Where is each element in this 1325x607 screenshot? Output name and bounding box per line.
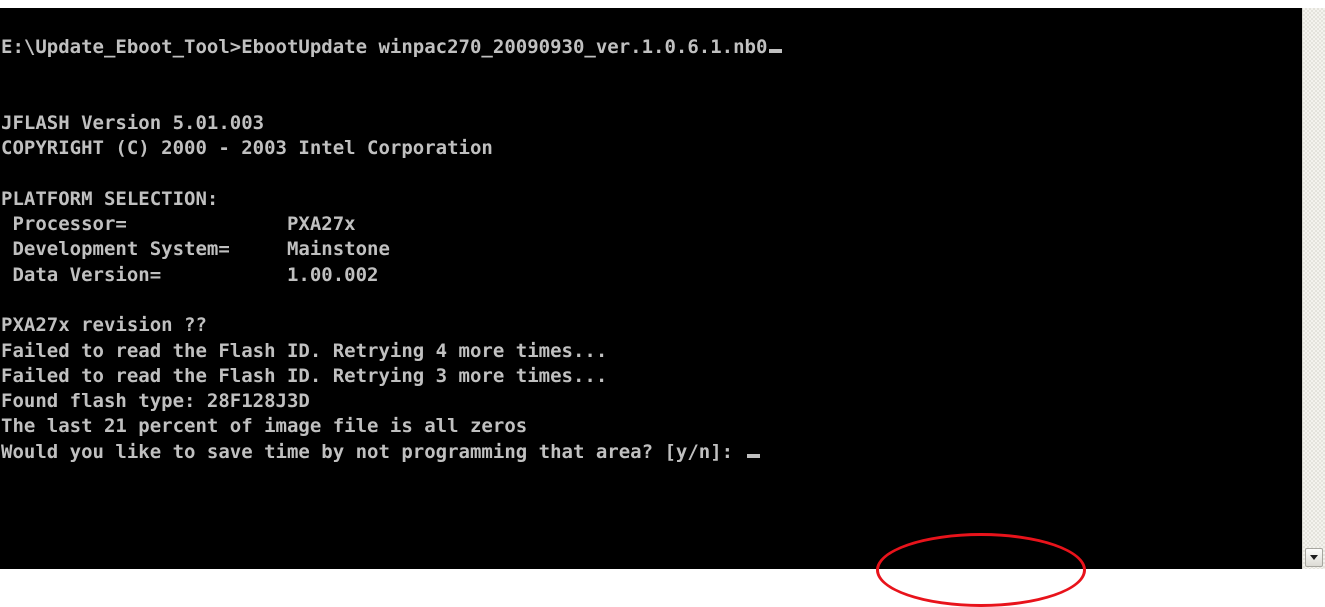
console-line-zeros-notice: The last 21 percent of image file is all… [1,415,528,438]
console-line-processor: Processor= PXA27x [1,213,356,236]
highlight-annotation-circle [876,533,1086,607]
console-line-development-system: Development System= Mainstone [1,238,390,261]
console-line-data-version: Data Version= 1.00.002 [1,263,379,286]
window-top-edge [0,0,1325,8]
vertical-scrollbar[interactable] [1302,8,1325,569]
console-line-blank [1,60,782,85]
console-text: E:\Update_Eboot_Tool>EbootUpdate winpac2… [1,35,783,465]
console-line-platform-selection: PLATFORM SELECTION: [1,187,219,210]
console-line-blank [1,161,782,186]
scroll-down-button[interactable] [1305,548,1323,567]
console-line-copyright: COPYRIGHT (C) 2000 - 2003 Intel Corporat… [1,137,493,160]
console-line-blank [1,288,782,313]
console-line-pxa-revision: PXA27x revision ?? [1,314,207,337]
console-line-flash-id-retry-3: Failed to read the Flash ID. Retrying 3 … [1,364,608,387]
console-line-flash-type: Found flash type: 28F128J3D [1,390,310,413]
console-line-jflash-version: JFLASH Version 5.01.003 [1,111,265,134]
scroll-down-arrow-icon [1310,555,1318,560]
command-cursor [769,49,783,53]
console-line-flash-id-retry-4: Failed to read the Flash ID. Retrying 4 … [1,339,608,362]
prompt-cursor [746,453,760,458]
console-window: E:\Update_Eboot_Tool>EbootUpdate winpac2… [0,0,1325,607]
console-output[interactable]: E:\Update_Eboot_Tool>EbootUpdate winpac2… [0,8,1302,569]
console-line-command: E:\Update_Eboot_Tool>EbootUpdate winpac2… [1,35,783,60]
console-line-blank [1,86,782,111]
console-line-prompt: Would you like to save time by not progr… [1,440,782,465]
